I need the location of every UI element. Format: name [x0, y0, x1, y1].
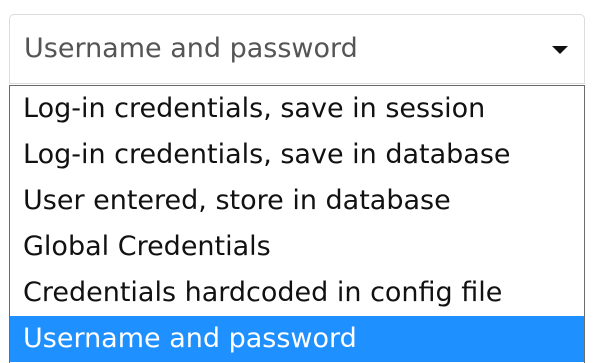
caret-down-icon[interactable] — [552, 46, 568, 54]
option-user-entered[interactable]: User entered, store in database — [10, 178, 584, 224]
option-hardcoded-config[interactable]: Credentials hardcoded in config file — [10, 270, 584, 316]
option-global-credentials[interactable]: Global Credentials — [10, 224, 584, 270]
option-username-password[interactable]: Username and password — [10, 316, 584, 362]
option-database[interactable]: Log-in credentials, save in database — [10, 132, 584, 178]
select-current-value: Username and password — [24, 33, 358, 64]
option-session[interactable]: Log-in credentials, save in session — [10, 86, 584, 132]
select-dropdown-list: Log-in credentials, save in session Log-… — [9, 85, 585, 363]
credentials-select[interactable]: Username and password — [9, 14, 585, 84]
